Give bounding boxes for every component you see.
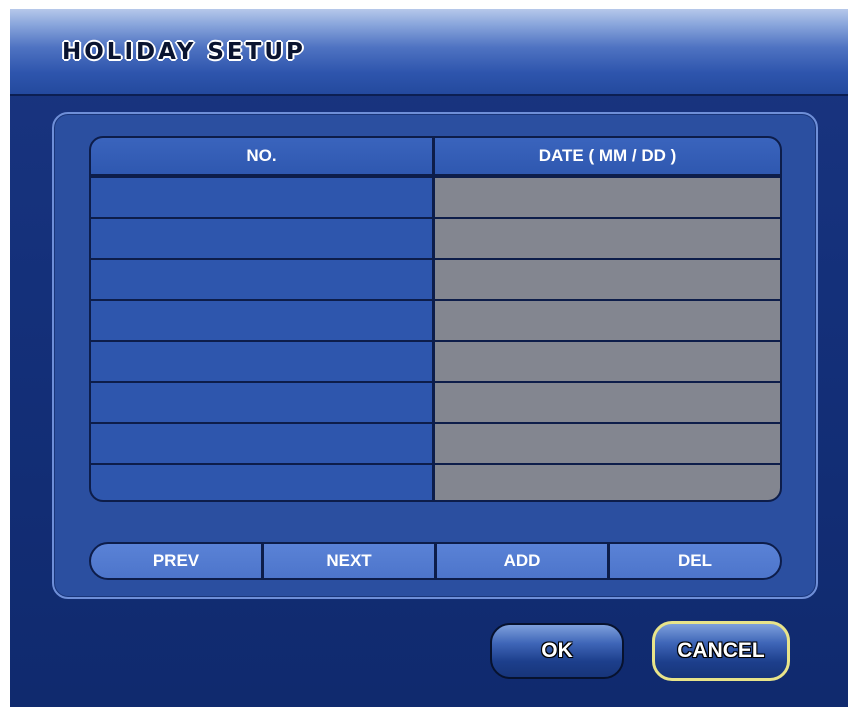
- next-button[interactable]: NEXT: [261, 544, 434, 578]
- add-button[interactable]: ADD: [434, 544, 607, 578]
- row-no-cell: [91, 301, 435, 340]
- table-row[interactable]: [91, 301, 780, 342]
- row-date-cell[interactable]: [435, 383, 780, 422]
- row-date-cell[interactable]: [435, 465, 780, 500]
- row-date-cell[interactable]: [435, 219, 780, 258]
- del-button[interactable]: DEL: [607, 544, 780, 578]
- title-bar: HOLIDAY SETUP: [10, 9, 848, 96]
- holiday-panel: NO. DATE ( MM / DD ) PREV NEXT ADD DEL: [52, 112, 818, 599]
- dialog-title: HOLIDAY SETUP: [62, 39, 306, 65]
- row-date-cell[interactable]: [435, 342, 780, 381]
- row-no-cell: [91, 424, 435, 463]
- row-date-cell[interactable]: [435, 301, 780, 340]
- holiday-setup-dialog: HOLIDAY SETUP NO. DATE ( MM / DD ) PREV …: [10, 9, 848, 707]
- cancel-button[interactable]: CANCEL: [652, 621, 790, 681]
- prev-button[interactable]: PREV: [91, 544, 261, 578]
- page-button-bar: PREV NEXT ADD DEL: [89, 542, 782, 580]
- row-no-cell: [91, 383, 435, 422]
- table-row[interactable]: [91, 178, 780, 219]
- table-row[interactable]: [91, 424, 780, 465]
- column-header-no: NO.: [91, 138, 435, 176]
- table-header: NO. DATE ( MM / DD ): [91, 138, 780, 178]
- holiday-table: NO. DATE ( MM / DD ): [89, 136, 782, 502]
- row-date-cell[interactable]: [435, 424, 780, 463]
- table-body: [91, 178, 780, 500]
- row-no-cell: [91, 219, 435, 258]
- table-row[interactable]: [91, 383, 780, 424]
- row-no-cell: [91, 465, 435, 500]
- row-no-cell: [91, 260, 435, 299]
- column-header-date: DATE ( MM / DD ): [435, 138, 780, 176]
- row-date-cell[interactable]: [435, 178, 780, 217]
- table-row[interactable]: [91, 342, 780, 383]
- row-no-cell: [91, 178, 435, 217]
- table-row[interactable]: [91, 219, 780, 260]
- row-no-cell: [91, 342, 435, 381]
- table-row[interactable]: [91, 465, 780, 500]
- row-date-cell[interactable]: [435, 260, 780, 299]
- ok-button[interactable]: OK: [490, 623, 624, 679]
- table-row[interactable]: [91, 260, 780, 301]
